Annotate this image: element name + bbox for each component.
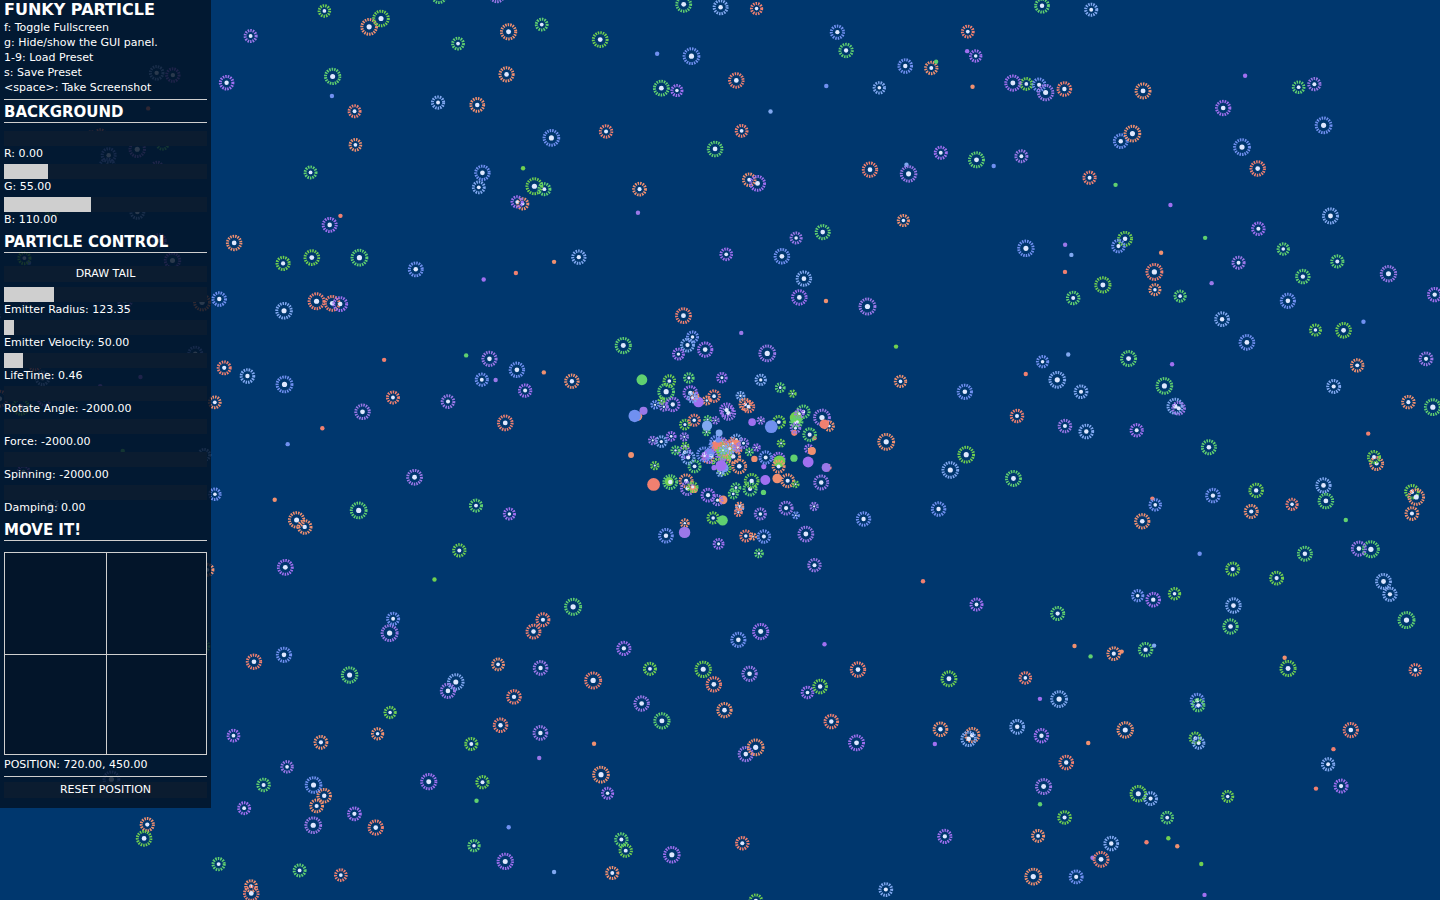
slider-label: LifeTime: 0.46 [4, 368, 207, 383]
slider-fill [4, 353, 23, 368]
slider-track[interactable] [4, 353, 207, 368]
slider[interactable]: Emitter Radius: 123.35 [4, 287, 207, 317]
slider[interactable]: R: 0.00 [4, 131, 207, 161]
slider[interactable]: LifeTime: 0.46 [4, 353, 207, 383]
pad-horizontal-line [5, 654, 206, 655]
slider[interactable]: Emitter Velocity: 50.00 [4, 320, 207, 350]
slider-label: Emitter Velocity: 50.00 [4, 335, 207, 350]
section-title: PARTICLE CONTROL [4, 230, 207, 253]
slider-track[interactable] [4, 131, 207, 146]
help-line: 1-9: Load Preset [4, 50, 207, 65]
gui-section: MOVE IT! POSITION: 720.00, 450.00 RESET PO… [4, 518, 207, 803]
slider-track[interactable] [4, 164, 207, 179]
gui-button[interactable]: DRAW TAIL [4, 266, 207, 282]
gui-section: PARTICLE CONTROL DRAW TAIL Emitter Radius:… [4, 230, 207, 518]
gui-button[interactable]: RESET POSITION [4, 782, 207, 798]
panel-title: FUNKY PARTICLE [4, 0, 207, 20]
slider[interactable]: B: 110.00 [4, 197, 207, 227]
help-line: f: Toggle Fullscreen [4, 20, 207, 35]
slider-label: Rotate Angle: -2000.00 [4, 401, 207, 416]
position-readout: POSITION: 720.00, 450.00 [4, 757, 207, 777]
section-title: BACKGROUND [4, 100, 207, 123]
help-line: <space>: Take Screenshot [4, 80, 207, 95]
section-title: MOVE IT! [4, 518, 207, 541]
slider-track[interactable] [4, 485, 207, 500]
help-text: f: Toggle Fullscreeng: Hide/show the GUI… [4, 20, 207, 100]
position-pad[interactable] [4, 552, 207, 755]
slider-label: Emitter Radius: 123.35 [4, 302, 207, 317]
slider-label: Damping: 0.00 [4, 500, 207, 515]
gui-panel: FUNKY PARTICLEf: Toggle Fullscreeng: Hid… [0, 0, 211, 808]
slider-label: Spinning: -2000.00 [4, 467, 207, 482]
slider-track[interactable] [4, 287, 207, 302]
app: FUNKY PARTICLEf: Toggle Fullscreeng: Hid… [0, 0, 1440, 900]
slider-fill [4, 197, 91, 212]
slider[interactable]: Spinning: -2000.00 [4, 452, 207, 482]
slider-track[interactable] [4, 386, 207, 401]
slider-track[interactable] [4, 419, 207, 434]
slider[interactable]: Damping: 0.00 [4, 485, 207, 515]
help-line: s: Save Preset [4, 65, 207, 80]
slider[interactable]: Force: -2000.00 [4, 419, 207, 449]
slider[interactable]: G: 55.00 [4, 164, 207, 194]
slider-label: G: 55.00 [4, 179, 207, 194]
slider-fill [4, 164, 48, 179]
gui-section: BACKGROUND R: 0.00 G: 55.00 B: 110.00 [4, 100, 207, 230]
slider-track[interactable] [4, 452, 207, 467]
slider[interactable]: Rotate Angle: -2000.00 [4, 386, 207, 416]
particle-canvas[interactable] [0, 0, 1440, 900]
slider-track[interactable] [4, 320, 207, 335]
slider-label: Force: -2000.00 [4, 434, 207, 449]
slider-label: R: 0.00 [4, 146, 207, 161]
slider-fill [4, 320, 14, 335]
slider-track[interactable] [4, 197, 207, 212]
help-line: g: Hide/show the GUI panel. [4, 35, 207, 50]
slider-label: B: 110.00 [4, 212, 207, 227]
slider-fill [4, 287, 54, 302]
